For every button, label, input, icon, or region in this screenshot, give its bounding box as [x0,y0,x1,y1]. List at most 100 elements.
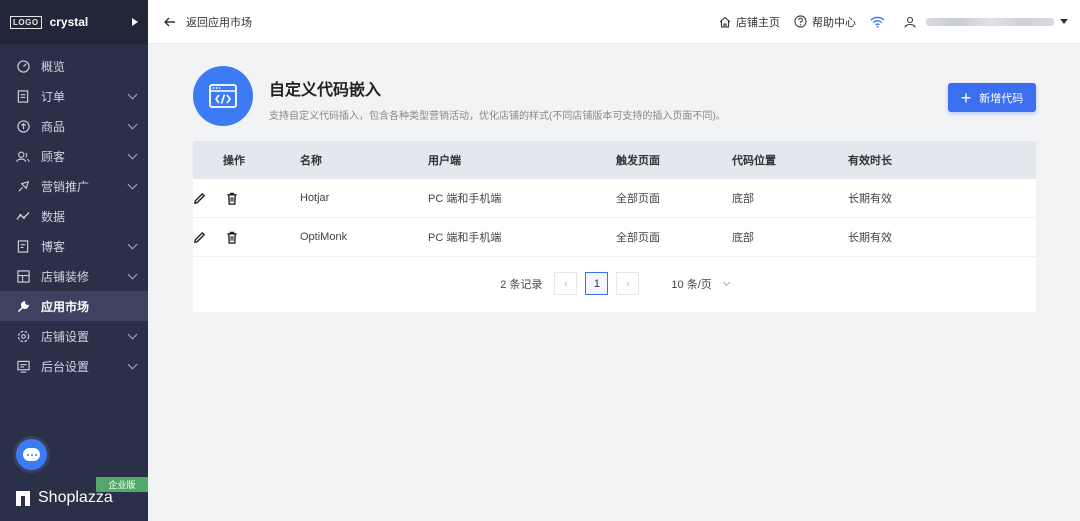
back-label: 返回应用市场 [186,16,252,29]
sidebar-item-overview[interactable]: 概览 [0,51,148,81]
sidebar-item-products[interactable]: 商品 [0,111,148,141]
table-row: OptiMonk PC 端和手机端 全部页面 底部 长期有效 [193,218,1036,257]
sidebar-item-orders[interactable]: 订单 [0,81,148,111]
shoplazza-mark-icon [16,491,30,506]
sidebar-item-admin-settings[interactable]: 后台设置 [0,351,148,381]
topbar-actions: 店铺主页 帮助中心 [705,14,1068,30]
sidebar-item-label: 博客 [41,239,66,254]
chevron-down-icon [127,269,138,279]
cell-duration: 长期有效 [848,232,892,244]
sidebar-item-customers[interactable]: 顾客 [0,141,148,171]
expand-arrow-icon[interactable] [132,18,138,26]
footer-brand-name: Shoplazza [38,489,113,506]
prev-page-button[interactable]: ‹ [554,272,578,295]
chevron-down-icon [127,359,138,369]
sidebar-item-theme[interactable]: 店铺装修 [0,261,148,291]
chat-support-button[interactable] [16,439,47,470]
column-header-duration: 有效时长 [848,155,892,167]
sidebar-item-label: 应用市场 [41,299,90,314]
sidebar-item-app-market[interactable]: 应用市场 [0,291,148,321]
chevron-down-icon [127,119,138,129]
page-header: 自定义代码嵌入 支持自定义代码插入，包含各种类型营销活动，优化店铺的样式(不同店… [193,66,1036,130]
store-switcher[interactable]: LOGO crystal [0,0,148,44]
wifi-icon [870,16,885,28]
marketing-icon [16,179,30,193]
row-actions [193,192,300,205]
store-name: crystal [49,15,89,29]
user-icon [904,16,916,28]
home-icon [719,16,731,28]
next-page-button[interactable]: › [616,272,640,295]
code-window-icon [209,84,237,108]
store-home-label: 店铺主页 [736,16,780,29]
add-code-label: 新增代码 [979,92,1024,105]
cell-client: PC 端和手机端 [428,232,502,244]
sidebar-item-label: 顾客 [41,149,66,164]
sidebar-nav: 概览 订单 商品 顾客 营销推广 数据 博客 店铺装修 应用市场 店铺设置 后台… [0,51,148,381]
cell-position: 底部 [732,232,754,244]
sidebar-item-label: 营销推广 [41,179,90,194]
row-actions [193,231,300,244]
pagination: 2 条记录 ‹ 1 › 10 条/页 [193,272,1036,295]
chevron-down-icon [127,89,138,99]
pagination-total: 2 条记录 [500,278,543,291]
delete-trash-icon[interactable] [226,231,238,244]
user-menu[interactable] [904,16,1068,28]
cell-trigger-page: 全部页面 [616,232,660,244]
help-center-label: 帮助中心 [812,16,856,29]
column-header-name: 名称 [300,155,322,167]
topbar: 返回应用市场 店铺主页 帮助中心 [148,0,1080,44]
dashboard-icon [16,59,30,73]
plus-icon: + [960,87,972,108]
network-status [870,16,890,28]
sidebar-item-analytics[interactable]: 数据 [0,201,148,231]
cell-name: Hotjar [300,192,330,204]
cell-name: OptiMonk [300,231,348,243]
customers-icon [16,149,30,163]
caret-down-icon [1060,19,1068,24]
sidebar-item-label: 店铺装修 [41,269,90,284]
delete-trash-icon[interactable] [226,192,238,205]
page-number-button[interactable]: 1 [585,272,609,295]
code-table: 操作 名称 用户端 触发页面 代码位置 有效时长 Hotjar PC 端和手机端… [193,141,1036,312]
order-icon [16,89,30,103]
sidebar-item-label: 商品 [41,119,66,134]
add-code-button[interactable]: + 新增代码 [948,83,1036,112]
user-name-redacted [926,17,1054,26]
column-header-trigger-page: 触发页面 [616,155,660,167]
page-size-select[interactable]: 10 条/页 [671,276,730,292]
wrench-icon [16,299,30,313]
page-size-label: 10 条/页 [671,278,712,291]
theme-icon [16,269,30,283]
store-home-link[interactable]: 店铺主页 [719,14,780,30]
edit-pencil-icon[interactable] [193,231,206,244]
edit-pencil-icon[interactable] [193,192,206,205]
table-row: Hotjar PC 端和手机端 全部页面 底部 长期有效 [193,179,1036,218]
back-to-app-market-link[interactable]: 返回应用市场 [164,14,252,30]
sidebar-item-marketing[interactable]: 营销推广 [0,171,148,201]
product-icon [16,119,30,133]
sidebar-item-blog[interactable]: 博客 [0,231,148,261]
chevron-down-icon [127,179,138,189]
column-header-code-position: 代码位置 [732,155,776,167]
column-header-client: 用户端 [428,155,461,167]
sidebar: LOGO crystal 概览 订单 商品 顾客 营销推广 数据 博客 店铺装修… [0,0,148,521]
monitor-icon [16,359,30,373]
column-header-actions: 操作 [223,155,245,167]
page-title: 自定义代码嵌入 [269,82,382,99]
arrow-left-icon [164,17,175,26]
blog-icon [16,239,30,253]
cell-client: PC 端和手机端 [428,193,502,205]
sidebar-item-label: 数据 [41,209,66,224]
chevron-down-icon [127,329,138,339]
sidebar-item-label: 店铺设置 [41,329,90,344]
cell-trigger-page: 全部页面 [616,193,660,205]
analytics-icon [16,209,30,223]
chevron-down-icon [722,278,730,286]
sidebar-item-store-settings[interactable]: 店铺设置 [0,321,148,351]
chat-icon [23,448,40,461]
shoplazza-logo: Shoplazza [14,489,113,507]
help-center-link[interactable]: 帮助中心 [794,14,856,30]
sidebar-item-label: 后台设置 [41,359,90,374]
page-description: 支持自定义代码插入，包含各种类型营销活动，优化店铺的样式(不同店铺版本可支持的插… [269,111,726,122]
